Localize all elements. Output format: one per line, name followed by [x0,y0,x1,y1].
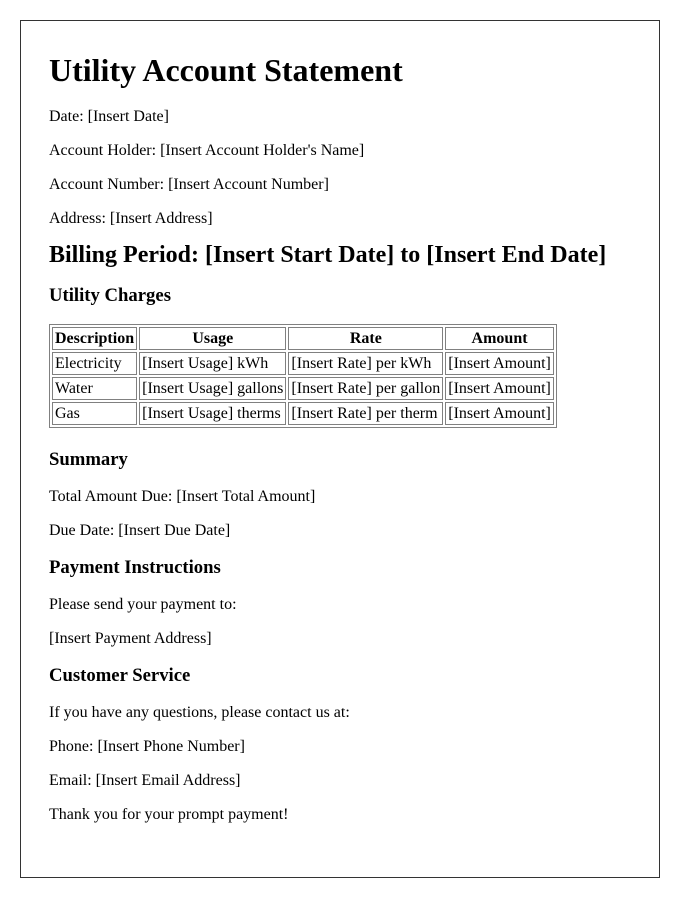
cell-usage: [Insert Usage] kWh [139,352,287,375]
cell-rate: [Insert Rate] per gallon [288,377,444,400]
account-holder-line: Account Holder: [Insert Account Holder's… [49,142,365,159]
customer-service-heading: Customer Service [49,665,191,686]
payment-intro-line: Please send your payment to: [49,596,237,613]
statement-body: Date: [Insert Date] Account Holder: [Ins… [49,106,639,826]
column-header-usage: Usage [139,327,287,350]
cell-description: Water [52,377,138,400]
utility-charges-heading: Utility Charges [49,285,171,306]
account-number-line: Account Number: [Insert Account Number] [49,176,329,193]
cell-description: Electricity [52,352,138,375]
contact-intro-line: If you have any questions, please contac… [49,704,350,721]
billing-period-heading: Billing Period: [Insert Start Date] to [… [49,242,607,268]
table-row: Electricity [Insert Usage] kWh [Insert R… [52,352,554,375]
address-line: Address: [Insert Address] [49,210,213,227]
cell-rate: [Insert Rate] per kWh [288,352,444,375]
column-header-rate: Rate [288,327,444,350]
cell-amount: [Insert Amount] [445,352,554,375]
table-row: Gas [Insert Usage] therms [Insert Rate] … [52,402,554,425]
payment-address-line: [Insert Payment Address] [49,630,212,647]
phone-line: Phone: [Insert Phone Number] [49,738,245,755]
date-line: Date: [Insert Date] [49,108,169,125]
due-date-line: Due Date: [Insert Due Date] [49,522,231,539]
table-row: Water [Insert Usage] gallons [Insert Rat… [52,377,554,400]
page-title: Utility Account Statement [49,52,403,88]
cell-amount: [Insert Amount] [445,402,554,425]
cell-usage: [Insert Usage] therms [139,402,287,425]
utility-charges-table: Description Usage Rate Amount Electricit… [49,324,557,428]
cell-usage: [Insert Usage] gallons [139,377,287,400]
email-line: Email: [Insert Email Address] [49,772,241,789]
cell-amount: [Insert Amount] [445,377,554,400]
table-header-row: Description Usage Rate Amount [52,327,554,350]
cell-description: Gas [52,402,138,425]
column-header-amount: Amount [445,327,554,350]
statement-page: Utility Account Statement Date: [Insert … [20,20,660,878]
column-header-description: Description [52,327,138,350]
cell-rate: [Insert Rate] per therm [288,402,444,425]
summary-heading: Summary [49,449,128,470]
total-amount-line: Total Amount Due: [Insert Total Amount] [49,488,316,505]
thank-you-line: Thank you for your prompt payment! [49,806,289,823]
payment-instructions-heading: Payment Instructions [49,557,221,578]
